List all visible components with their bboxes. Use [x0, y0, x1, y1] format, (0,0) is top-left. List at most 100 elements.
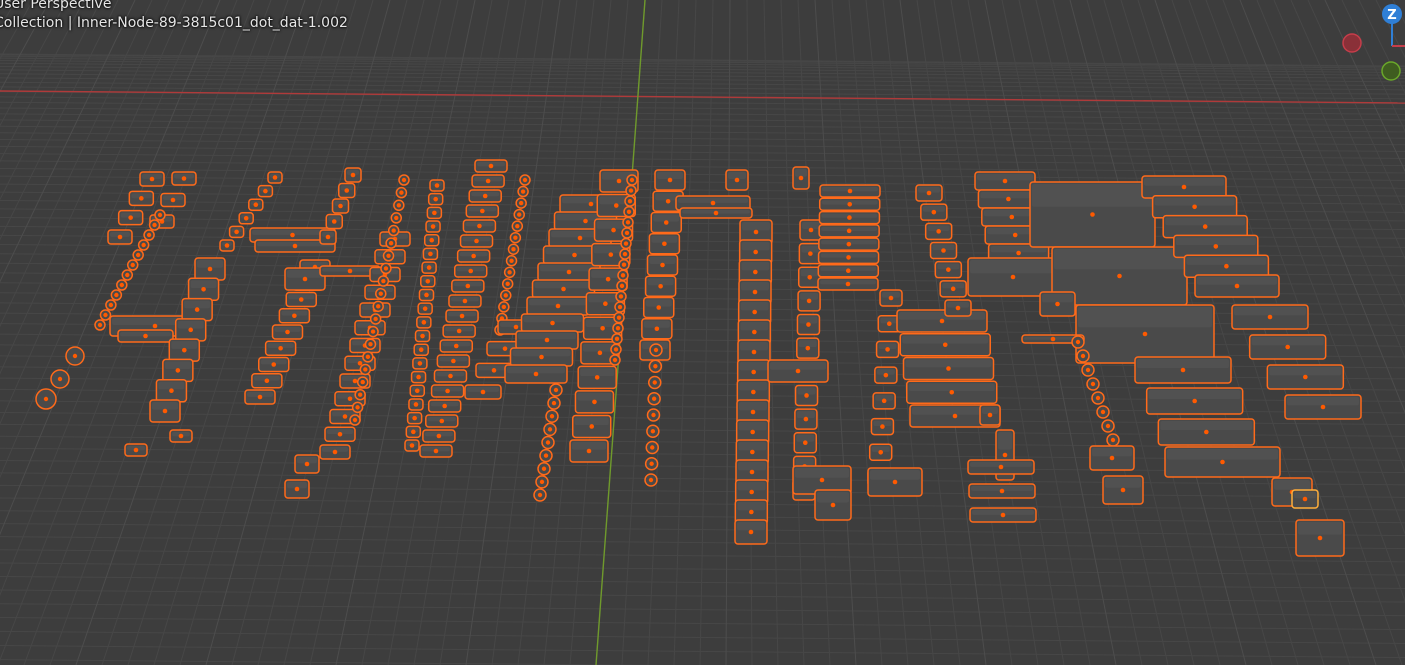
lego-part[interactable]	[474, 159, 508, 173]
lego-part[interactable]	[285, 291, 317, 308]
lego-round-part[interactable]	[148, 219, 161, 231]
lego-part[interactable]	[504, 364, 568, 384]
lego-part[interactable]	[939, 280, 967, 298]
lego-round-part[interactable]	[617, 269, 629, 282]
lego-round-part[interactable]	[126, 259, 139, 271]
lego-round-part[interactable]	[625, 184, 637, 197]
lego-part[interactable]	[257, 184, 274, 198]
lego-part[interactable]	[406, 411, 423, 425]
lego-part[interactable]	[793, 431, 818, 454]
lego-part[interactable]	[319, 229, 337, 245]
lego-part[interactable]	[117, 209, 144, 226]
lego-part[interactable]	[412, 357, 428, 370]
lego-round-part[interactable]	[398, 174, 410, 186]
lego-part[interactable]	[577, 365, 617, 390]
lego-part[interactable]	[194, 257, 226, 281]
lego-round-part[interactable]	[647, 392, 661, 406]
lego-part[interactable]	[248, 198, 264, 211]
lego-round-part[interactable]	[644, 473, 658, 487]
lego-round-part[interactable]	[395, 186, 408, 199]
lego-part[interactable]	[426, 206, 443, 220]
lego-round-part[interactable]	[626, 174, 638, 186]
lego-part[interactable]	[574, 390, 615, 414]
lego-round-part[interactable]	[648, 375, 662, 390]
lego-part[interactable]	[817, 250, 880, 265]
scene-canvas[interactable]	[0, 0, 1405, 665]
lego-part[interactable]	[899, 333, 991, 357]
lego-round-part[interactable]	[116, 279, 128, 291]
lego-part[interactable]	[794, 408, 818, 430]
lego-round-part[interactable]	[547, 396, 561, 410]
lego-part[interactable]	[1266, 364, 1345, 390]
lego-part[interactable]	[117, 329, 174, 343]
lego-round-part[interactable]	[121, 269, 134, 281]
lego-part[interactable]	[794, 384, 819, 407]
lego-round-part[interactable]	[615, 290, 627, 303]
lego-part[interactable]	[818, 224, 880, 238]
lego-part[interactable]	[920, 203, 948, 221]
lego-round-part[interactable]	[1071, 335, 1085, 349]
lego-round-part[interactable]	[1101, 419, 1115, 433]
lego-round-part[interactable]	[382, 250, 395, 262]
lego-part[interactable]	[644, 275, 677, 297]
lego-part[interactable]	[569, 439, 609, 463]
lego-part[interactable]	[427, 192, 444, 206]
lego-part[interactable]	[526, 296, 590, 316]
lego-part[interactable]	[430, 384, 465, 398]
lego-round-part[interactable]	[545, 409, 559, 423]
lego-part[interactable]	[171, 171, 197, 186]
lego-round-part[interactable]	[1081, 363, 1095, 377]
lego-part[interactable]	[531, 279, 596, 299]
lego-part[interactable]	[413, 343, 429, 356]
lego-part[interactable]	[814, 489, 852, 521]
lego-round-part[interactable]	[137, 239, 150, 251]
lego-round-part[interactable]	[539, 448, 553, 463]
lego-part[interactable]	[417, 302, 433, 315]
lego-part[interactable]	[414, 329, 431, 343]
lego-part[interactable]	[465, 204, 500, 218]
lego-round-part[interactable]	[393, 199, 405, 212]
lego-part[interactable]	[344, 167, 362, 183]
lego-part[interactable]	[872, 392, 896, 410]
lego-part[interactable]	[968, 483, 1036, 499]
lego-part[interactable]	[422, 429, 456, 443]
lego-round-part[interactable]	[369, 313, 382, 325]
lego-part[interactable]	[464, 384, 502, 400]
lego-round-part[interactable]	[533, 488, 547, 502]
lego-part[interactable]	[238, 212, 254, 225]
lego-part[interactable]	[1295, 519, 1345, 557]
lego-round-part[interactable]	[154, 209, 166, 221]
lego-part[interactable]	[436, 354, 471, 368]
lego-round-part[interactable]	[35, 388, 57, 410]
lego-part[interactable]	[1039, 291, 1076, 317]
lego-part[interactable]	[155, 378, 188, 403]
lego-part[interactable]	[294, 454, 320, 474]
lego-round-part[interactable]	[616, 280, 628, 292]
lego-part[interactable]	[251, 373, 283, 389]
lego-part[interactable]	[874, 366, 898, 384]
lego-part[interactable]	[416, 316, 432, 329]
lego-round-part[interactable]	[380, 262, 392, 275]
lego-round-part[interactable]	[509, 231, 522, 244]
lego-round-part[interactable]	[511, 220, 524, 232]
lego-part[interactable]	[324, 426, 356, 442]
lego-part[interactable]	[734, 519, 768, 545]
lego-round-part[interactable]	[1096, 405, 1110, 419]
lego-part[interactable]	[425, 220, 441, 233]
lego-part[interactable]	[924, 222, 953, 241]
lego-part[interactable]	[471, 174, 505, 188]
lego-round-part[interactable]	[362, 351, 374, 363]
lego-part[interactable]	[654, 169, 686, 191]
lego-part[interactable]	[459, 234, 494, 248]
lego-round-part[interactable]	[99, 309, 112, 321]
lego-part[interactable]	[448, 294, 482, 308]
lego-part[interactable]	[1248, 334, 1327, 360]
lego-part[interactable]	[792, 166, 810, 190]
lego-part[interactable]	[1075, 304, 1215, 364]
lego-part[interactable]	[515, 330, 579, 350]
lego-part[interactable]	[187, 277, 220, 302]
lego-part[interactable]	[1164, 446, 1281, 478]
lego-part[interactable]	[168, 338, 201, 362]
lego-round-part[interactable]	[105, 299, 117, 311]
lego-part[interactable]	[404, 439, 420, 452]
